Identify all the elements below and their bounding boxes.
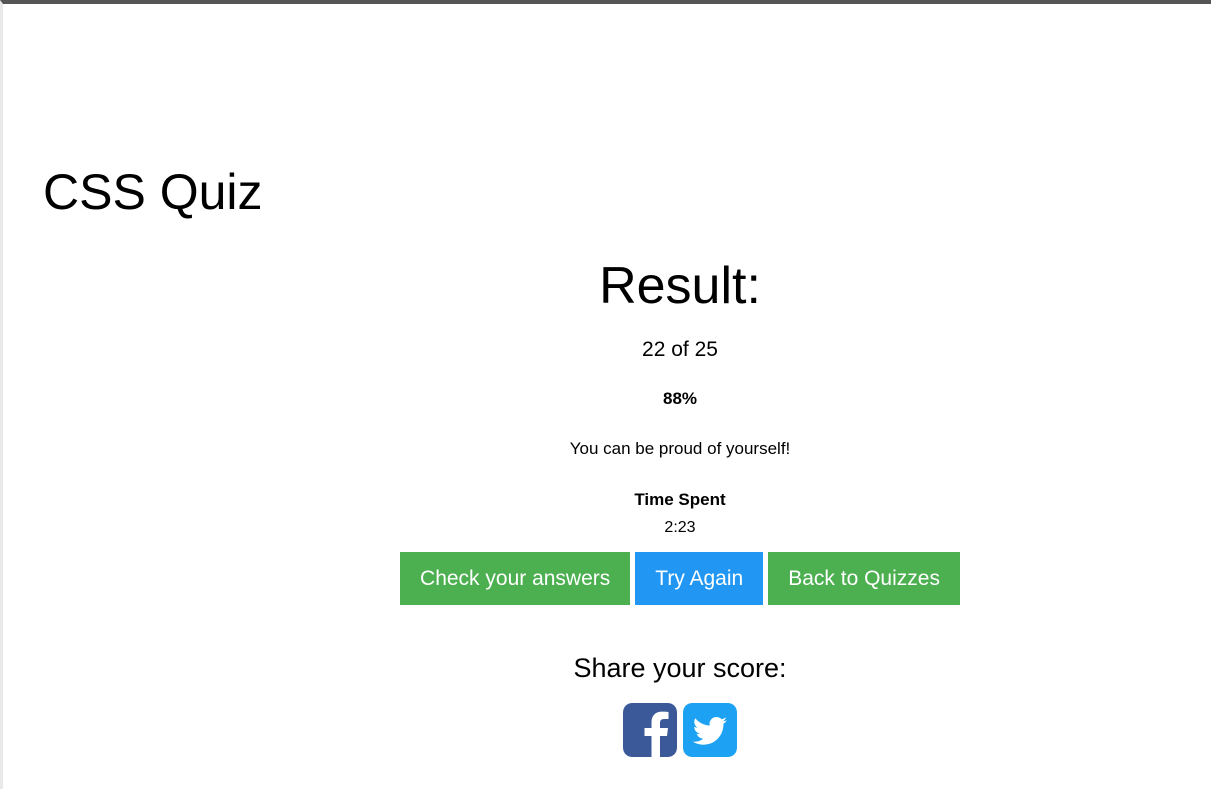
score-text: 22 of 25: [642, 338, 718, 361]
try-again-button[interactable]: Try Again: [635, 552, 764, 605]
result-panel: Result: 22 of 25 88% You can be proud of…: [303, 254, 1057, 757]
facebook-icon[interactable]: [623, 703, 677, 757]
page-frame: CSS Quiz Result: 22 of 25 88% You can be…: [0, 0, 1211, 789]
back-to-quizzes-button[interactable]: Back to Quizzes: [768, 552, 960, 605]
share-heading: Share your score:: [573, 653, 787, 683]
check-answers-button[interactable]: Check your answers: [400, 552, 631, 605]
result-actions: Check your answers Try Again Back to Qui…: [303, 552, 1057, 605]
result-heading: Result:: [599, 257, 761, 315]
time-spent-label: Time Spent: [634, 490, 726, 509]
quiz-title: CSS Quiz: [43, 164, 263, 220]
score-percent: 88%: [662, 389, 698, 408]
time-spent-value: 2:23: [664, 519, 696, 536]
result-message: You can be proud of yourself!: [569, 439, 791, 458]
twitter-icon[interactable]: [683, 703, 737, 757]
share-icons: [303, 703, 1057, 757]
